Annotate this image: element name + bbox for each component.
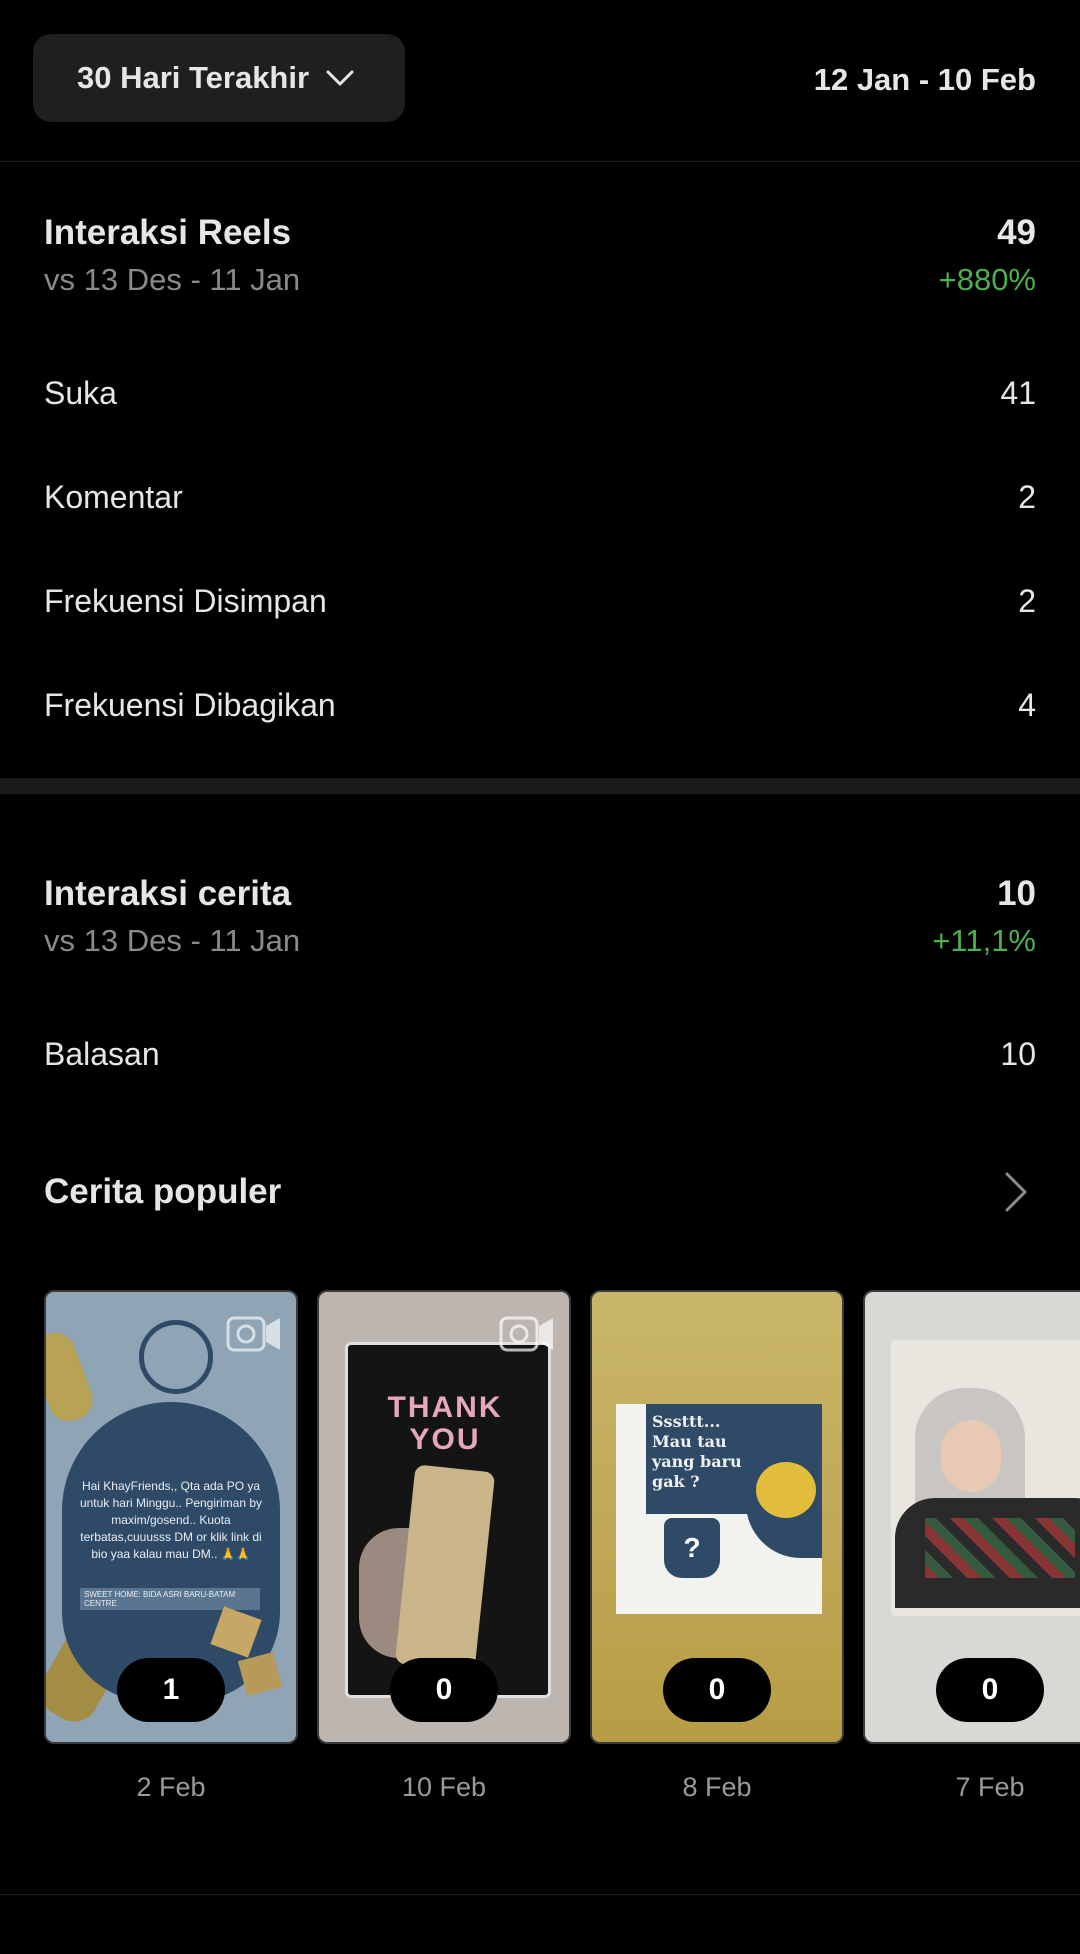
pastry-decoration	[237, 1651, 283, 1697]
date-range-dropdown-label: 30 Hari Terakhir	[77, 60, 310, 95]
popular-story-thumbnail[interactable]: Hai KhayFriends,, Qta ada PO ya untuk ha…	[44, 1290, 298, 1744]
question-jar-icon: ?	[664, 1518, 720, 1578]
popular-stories-title[interactable]: Cerita populer	[44, 1172, 281, 1212]
story-replies-value: 10	[1000, 1036, 1036, 1072]
story-reply-count: 0	[390, 1658, 498, 1722]
story-reply-count: 0	[936, 1658, 1044, 1722]
popular-story-thumbnail[interactable]: THANK YOU 0	[317, 1290, 571, 1744]
popular-story-thumbnail[interactable]: Sssttt... Mau tau yang baru gak ? ? 0	[590, 1290, 844, 1744]
story-date: 2 Feb	[136, 1772, 206, 1802]
person-shirt-shape	[895, 1498, 1080, 1608]
chevron-right-icon[interactable]	[1002, 1170, 1030, 1214]
story-interactions-total: 10	[997, 874, 1036, 913]
story-date: 8 Feb	[682, 1772, 752, 1802]
reels-compare-period: vs 13 Des - 11 Jan	[44, 262, 301, 297]
story-compare-period: vs 13 Des - 11 Jan	[44, 923, 301, 958]
reels-shares-value: 4	[1018, 687, 1036, 723]
person-face-shape	[941, 1420, 1001, 1492]
date-range-dropdown[interactable]: 30 Hari Terakhir	[33, 34, 405, 122]
story-interactions-title: Interaksi cerita	[44, 874, 292, 913]
chevron-down-icon	[326, 70, 354, 86]
bread-decoration	[46, 1327, 99, 1427]
bottom-divider	[0, 1894, 1080, 1895]
reels-interactions-title: Interaksi Reels	[44, 213, 292, 252]
video-camera-icon	[226, 1316, 280, 1352]
story-question-text: Sssttt... Mau tau yang baru gak ?	[652, 1412, 742, 1491]
story-replies-label: Balasan	[44, 1036, 160, 1072]
reels-change-percent: +880%	[938, 262, 1036, 297]
reels-likes-label: Suka	[44, 375, 117, 411]
top-bar: 30 Hari Terakhir 12 Jan - 10 Feb	[0, 0, 1080, 162]
reels-comments-label: Komentar	[44, 479, 183, 515]
reels-comments-value: 2	[1018, 479, 1036, 515]
story-caption: Hai KhayFriends,, Qta ada PO ya untuk ha…	[79, 1479, 263, 1561]
reels-saves-label: Frekuensi Disimpan	[44, 583, 327, 619]
reels-interactions-total: 49	[997, 213, 1036, 252]
video-camera-icon	[499, 1316, 553, 1352]
story-change-percent: +11,1%	[932, 923, 1036, 958]
story-date: 10 Feb	[401, 1772, 487, 1802]
location-tag: SWEET HOME: BIDA ASRI BARU-BATAM CENTRE	[80, 1588, 260, 1610]
reels-likes-value: 41	[1000, 375, 1036, 411]
story-reply-count: 1	[117, 1658, 225, 1722]
section-divider	[0, 778, 1080, 794]
story-date: 7 Feb	[955, 1772, 1025, 1802]
reels-shares-label: Frekuensi Dibagikan	[44, 687, 336, 723]
selected-date-range: 12 Jan - 10 Feb	[813, 62, 1036, 97]
story-reply-count: 0	[663, 1658, 771, 1722]
brand-logo-icon	[139, 1320, 213, 1394]
reels-saves-value: 2	[1018, 583, 1036, 619]
popular-story-thumbnail[interactable]: 0	[863, 1290, 1080, 1744]
thank-you-text: THANK YOU	[387, 1391, 503, 1456]
